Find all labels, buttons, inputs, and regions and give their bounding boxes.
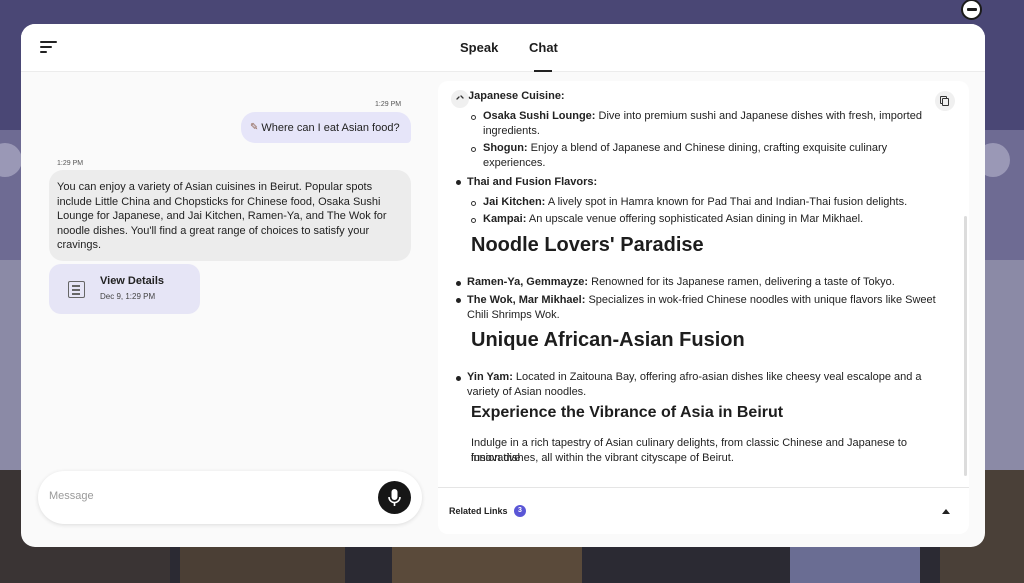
list-bullet <box>471 218 476 223</box>
assistant-message-line: You can enjoy a variety of Asian cuisine… <box>57 181 373 193</box>
list-item: Ramen-Ya, Gemmayze: Renowned for its Jap… <box>467 275 957 290</box>
close-modal-button[interactable] <box>961 0 982 20</box>
message-timestamp: 1:29 PM <box>57 160 84 167</box>
list-bullet <box>456 180 461 185</box>
assistant-message-line: noodle dishes. You'll find a great range… <box>57 224 370 237</box>
assistant-message-line: Lounge for Japanese, and Jai Kitchen, Ra… <box>57 210 387 223</box>
item-name: Kampai: <box>483 213 527 225</box>
list-bullet <box>456 298 461 303</box>
item-description: An upscale venue offering sophisticated … <box>528 213 864 225</box>
tab-chat[interactable]: Chat <box>529 40 558 55</box>
list-item: Jai Kitchen: A lively spot in Hamra know… <box>483 195 958 210</box>
user-message-text: Where can I eat Asian food? <box>261 121 400 134</box>
item-description: Specializes in wok-fried Chinese noodles… <box>588 294 936 306</box>
item-name: Shogun: <box>483 142 528 154</box>
list-bullet <box>456 376 461 381</box>
item-description: Located in Zaitouna Bay, offering afro-a… <box>515 371 922 383</box>
menu-icon[interactable] <box>40 41 58 55</box>
related-links-bar[interactable]: Related Links 3 <box>438 487 969 534</box>
item-description: variety of Asian noodles. <box>467 386 587 398</box>
document-icon <box>68 281 85 298</box>
assistant-message-line: include Little China and Chopsticks for … <box>57 195 381 208</box>
assistant-message-bubble: You can enjoy a variety of Asian cuisine… <box>49 170 411 261</box>
item-name: Jai Kitchen: <box>483 196 546 208</box>
list-item: Osaka Sushi Lounge: Dive into premium su… <box>483 109 958 124</box>
tab-speak[interactable]: Speak <box>460 40 498 55</box>
item-description: Enjoy a blend of Japanese and Chinese di… <box>530 142 888 154</box>
message-placeholder: Message <box>49 490 94 502</box>
active-tab-indicator <box>534 70 552 72</box>
copy-button[interactable] <box>935 91 955 111</box>
view-details-date: Dec 9, 1:29 PM <box>100 292 156 301</box>
list-item: Shogun: Enjoy a blend of Japanese and Ch… <box>483 141 958 156</box>
list-bullet <box>471 201 476 206</box>
item-description: A lively spot in Hamra known for Pad Tha… <box>547 196 908 208</box>
item-name: Yin Yam: <box>467 371 513 383</box>
related-links-label: Related Links <box>449 506 508 516</box>
section-heading-vibrance: Experience the Vibrance of Asia in Beiru… <box>471 404 784 421</box>
assistant-modal: Speak Chat 1:29 PM ✎ Where can I eat Asi… <box>21 24 985 547</box>
paragraph-line: fusion dishes, all within the vibrant ci… <box>471 452 734 464</box>
scrollbar[interactable] <box>964 216 967 476</box>
list-item: The Wok, Mar Mikhael: Specializes in wok… <box>467 293 958 308</box>
pencil-icon: ✎ <box>250 122 259 133</box>
section-heading-thai: Thai and Fusion Flavors: <box>467 176 598 188</box>
loading-spinner-icon <box>451 90 469 108</box>
item-description: Renowned for its Japanese ramen, deliver… <box>591 276 895 288</box>
microphone-icon <box>388 489 401 506</box>
item-name: The Wok, Mar Mikhael: <box>467 294 586 306</box>
item-description: Chili Shrimps Wok. <box>467 309 560 321</box>
item-description: ingredients. <box>483 125 540 137</box>
section-heading-japanese: Japanese Cuisine: <box>468 90 565 102</box>
list-bullet <box>456 281 461 286</box>
list-item: Kampai: An upscale venue offering sophis… <box>483 212 958 227</box>
item-description: experiences. <box>483 157 546 169</box>
message-input[interactable]: Message <box>38 471 422 524</box>
section-heading-african: Unique African-Asian Fusion <box>471 329 745 351</box>
section-heading-noodle: Noodle Lovers' Paradise <box>471 234 704 256</box>
list-item: Yin Yam: Located in Zaitouna Bay, offeri… <box>467 370 958 385</box>
user-message-bubble: ✎ Where can I eat Asian food? <box>241 112 411 143</box>
details-content: Japanese Cuisine: Osaka Sushi Lounge: Di… <box>438 81 958 487</box>
assistant-message-line: cravings. <box>57 239 102 252</box>
message-timestamp: 1:29 PM <box>375 101 402 108</box>
item-name: Osaka Sushi Lounge: <box>483 110 596 122</box>
list-bullet <box>471 115 476 120</box>
details-panel: Japanese Cuisine: Osaka Sushi Lounge: Di… <box>438 81 969 534</box>
modal-header: Speak Chat <box>21 24 985 72</box>
related-links-count-badge: 3 <box>514 505 526 517</box>
view-details-title: View Details <box>100 275 164 287</box>
item-name: Ramen-Ya, Gemmayze: <box>467 276 589 288</box>
chevron-up-icon[interactable] <box>942 509 950 514</box>
list-bullet <box>471 147 476 152</box>
microphone-button[interactable] <box>378 481 411 514</box>
item-description: Dive into premium sushi and Japanese dis… <box>598 110 922 122</box>
view-details-card[interactable]: View Details Dec 9, 1:29 PM <box>49 264 200 314</box>
